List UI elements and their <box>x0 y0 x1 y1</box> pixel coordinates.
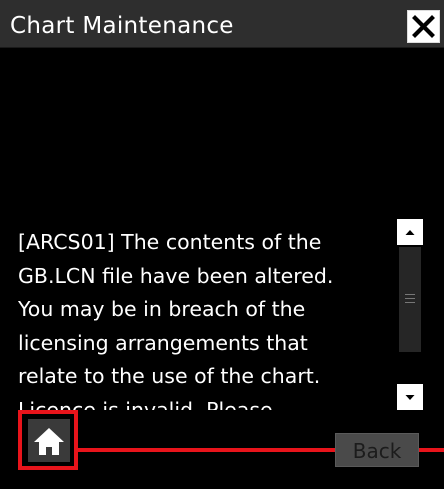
message-line: You may be in breach of the <box>18 297 306 321</box>
triangle-down-icon <box>405 395 415 400</box>
home-button[interactable] <box>28 419 70 462</box>
message-area: [ARCS01] The contents of the GB.LCN file… <box>18 214 394 410</box>
triangle-up-icon <box>405 230 415 235</box>
back-button[interactable]: Back <box>335 433 419 467</box>
message-text: [ARCS01] The contents of the GB.LCN file… <box>18 214 394 410</box>
scroll-track[interactable] <box>399 247 421 382</box>
message-line: Licence is invalid. Please <box>18 397 273 411</box>
message-line: relate to the use of the chart. <box>18 364 321 388</box>
vertical-scrollbar[interactable] <box>397 219 423 410</box>
message-line: [ARCS01] The contents of the <box>18 230 322 254</box>
scroll-down-button[interactable] <box>397 384 423 410</box>
window-title: Chart Maintenance <box>10 13 234 39</box>
home-icon <box>34 428 64 455</box>
scroll-up-button[interactable] <box>397 219 423 245</box>
title-bar: Chart Maintenance <box>0 0 444 48</box>
scroll-thumb[interactable] <box>399 247 421 352</box>
grip-icon <box>405 294 415 303</box>
message-line: licensing arrangements that <box>18 330 308 355</box>
message-line: GB.LCN file have been altered. <box>18 263 334 288</box>
close-button[interactable] <box>407 10 440 43</box>
close-icon <box>412 15 435 38</box>
